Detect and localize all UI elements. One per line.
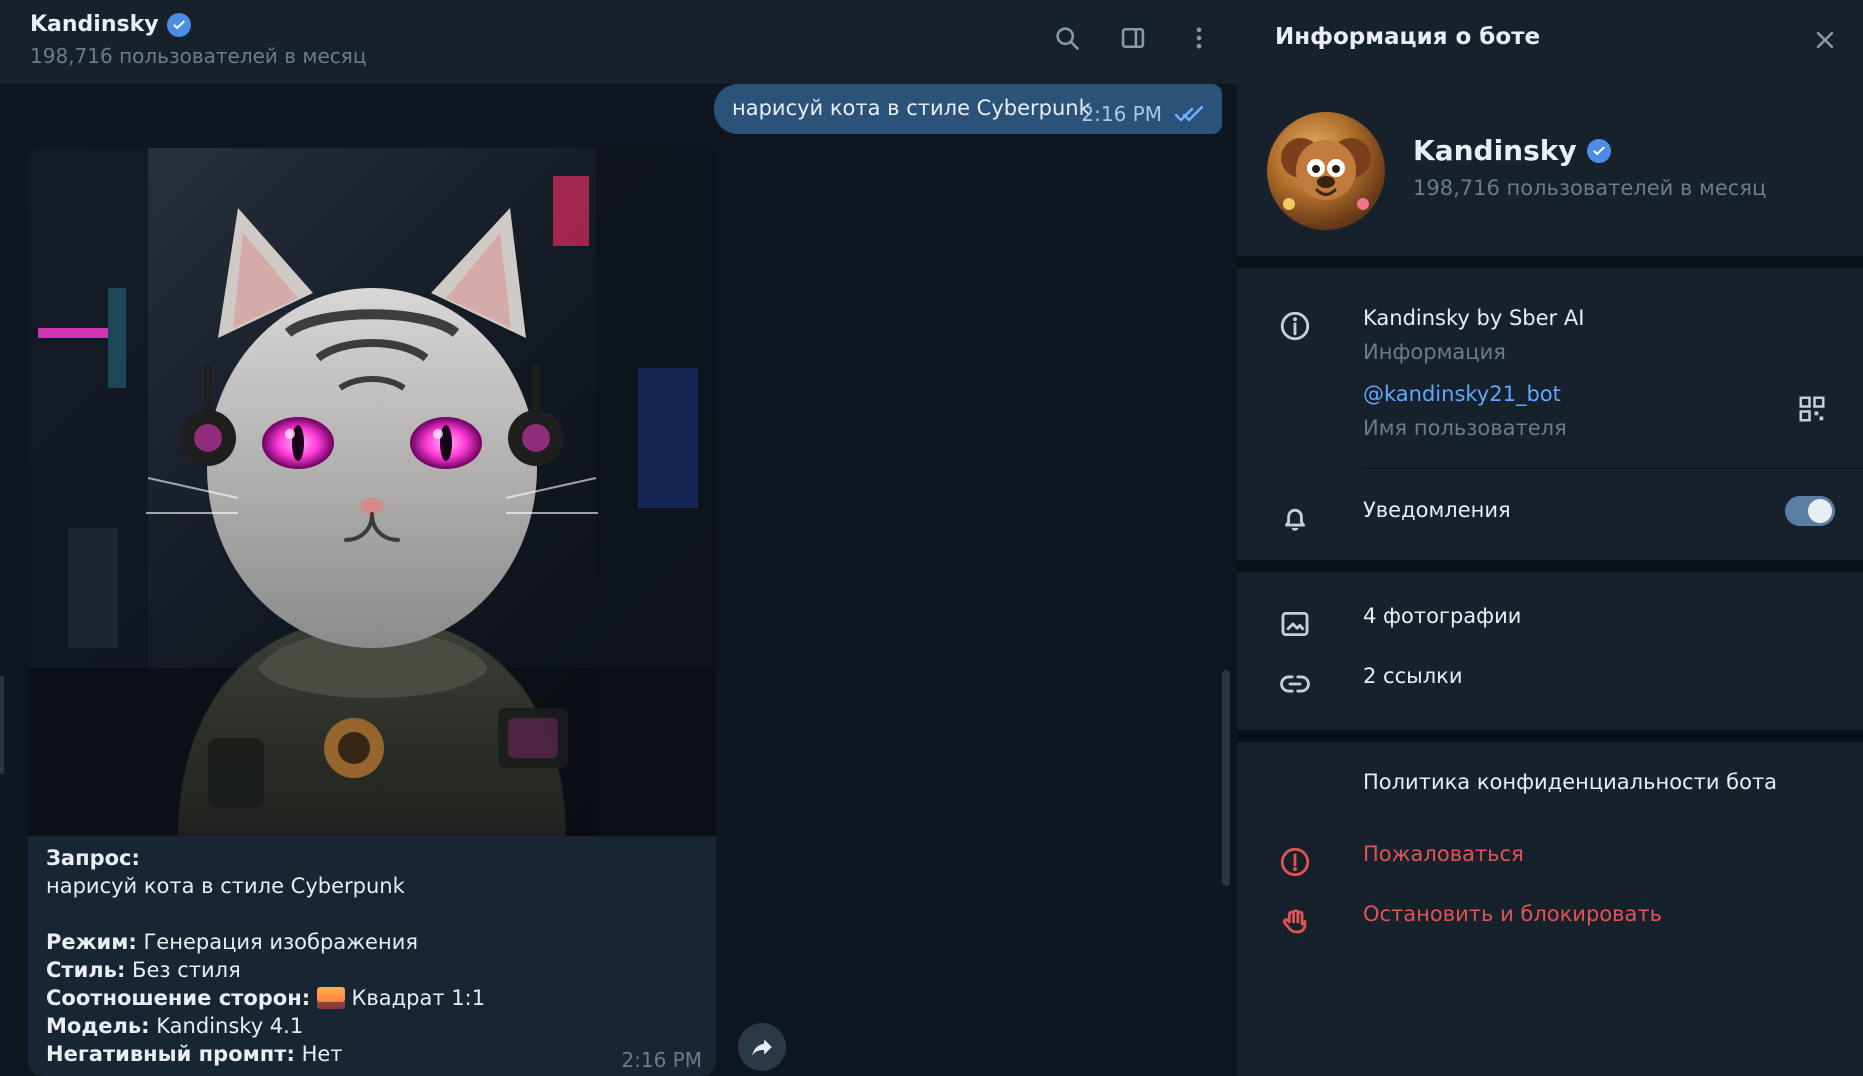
section-separator	[1237, 256, 1863, 268]
username-text[interactable]: @kandinsky21_bot	[1363, 382, 1561, 406]
header-actions	[1047, 18, 1219, 58]
search-button[interactable]	[1047, 18, 1087, 58]
avatar[interactable]	[1267, 112, 1385, 230]
alert-icon	[1275, 842, 1315, 882]
privacy-policy[interactable]: Политика конфиденциальности бота	[1363, 770, 1777, 794]
caption-ratio: Соотношение сторон: Квадрат 1:1	[46, 984, 698, 1012]
info-header: Информация о боте	[1237, 0, 1863, 82]
incoming-message-time: 2:16 PM	[621, 1048, 702, 1072]
outgoing-message[interactable]: нарисуй кота в стиле Cyberpunk 2:16 PM	[714, 84, 1222, 134]
checkmark-icon	[172, 20, 185, 29]
bell-icon	[1275, 498, 1315, 538]
chat-subtitle: 198,716 пользователей в месяц	[30, 44, 367, 68]
caption-model-value: Kandinsky 4.1	[156, 1014, 304, 1038]
search-icon	[1056, 27, 1079, 50]
about-text: Kandinsky by Sber AI	[1363, 306, 1585, 330]
double-check-icon	[1174, 105, 1204, 122]
profile-name: Kandinsky	[1413, 134, 1611, 167]
outgoing-message-text: нарисуй кота в стиле Cyberpunk	[732, 96, 1091, 120]
left-edge-indicator	[0, 676, 4, 774]
caption-mode-value: Генерация изображения	[143, 930, 419, 954]
verified-icon	[166, 12, 191, 37]
chat-header: Kandinsky 198,716 пользователей в месяц	[0, 0, 1237, 85]
username-label: Имя пользователя	[1363, 416, 1567, 440]
outgoing-message-meta: 2:16 PM	[1081, 102, 1204, 126]
generated-image[interactable]	[28, 148, 716, 838]
verified-icon	[1586, 138, 1611, 163]
caption-style-value: Без стиля	[132, 958, 241, 982]
report-button[interactable]: Пожаловаться	[1363, 842, 1524, 866]
chat-scrollbar[interactable]	[1222, 670, 1230, 886]
notifications-toggle[interactable]	[1785, 496, 1835, 526]
caption-ratio-label: Соотношение сторон:	[46, 986, 311, 1010]
forward-button[interactable]	[738, 1023, 786, 1071]
outgoing-message-time: 2:16 PM	[1081, 102, 1162, 126]
telegram-app: Kandinsky 198,716 пользователей в месяц	[0, 0, 1863, 1076]
chat-pane: Kandinsky 198,716 пользователей в месяц	[0, 0, 1237, 1076]
caption-gap	[46, 900, 698, 928]
avatar-illustration	[1281, 138, 1371, 210]
notifications-label: Уведомления	[1363, 498, 1511, 522]
caption-negative-prompt-value: Нет	[301, 1042, 343, 1066]
sunrise-emoji-icon	[316, 987, 345, 1009]
bot-profile: Kandinsky 198,716 пользователей в месяц	[1237, 100, 1863, 250]
caption-model: Модель: Kandinsky 4.1	[46, 1012, 698, 1040]
photos-count: 4 фотографии	[1363, 604, 1522, 628]
cyberpunk-cat-illustration	[28, 148, 716, 838]
divider	[1363, 468, 1863, 469]
link-icon	[1275, 664, 1315, 704]
caption-style-label: Стиль:	[46, 958, 126, 982]
section-separator	[1237, 730, 1863, 742]
about-label: Информация	[1363, 340, 1506, 364]
close-button[interactable]	[1805, 20, 1845, 60]
caption-mode: Режим: Генерация изображения	[46, 928, 698, 956]
caption-model-label: Модель:	[46, 1014, 150, 1038]
info-title: Информация о боте	[1275, 24, 1541, 50]
section-separator	[1237, 560, 1863, 572]
sidebar-toggle-icon	[1121, 27, 1145, 49]
image-icon	[1275, 604, 1315, 644]
caption-request-text: нарисуй кота в стиле Cyberpunk	[46, 874, 405, 898]
caption-negative-prompt: Негативный промпт: Нет	[46, 1040, 698, 1068]
forward-icon	[752, 1039, 772, 1056]
profile-name-text: Kandinsky	[1413, 134, 1577, 167]
hand-stop-icon	[1275, 902, 1315, 942]
chat-title[interactable]: Kandinsky	[30, 12, 191, 37]
sidebar-toggle-button[interactable]	[1113, 18, 1153, 58]
more-vertical-icon	[1196, 27, 1202, 49]
caption-request-label: Запрос:	[46, 846, 140, 870]
chat-title-text: Kandinsky	[30, 12, 159, 37]
caption-ratio-value: Квадрат 1:1	[351, 986, 486, 1010]
checkmark-icon	[1592, 146, 1605, 155]
bot-info-panel: Информация о боте Kandinsky 198,716 поль…	[1237, 0, 1863, 1076]
more-button[interactable]	[1179, 18, 1219, 58]
caption-mode-label: Режим:	[46, 930, 137, 954]
caption-negative-prompt-label: Негативный промпт:	[46, 1042, 295, 1066]
toggle-knob	[1808, 499, 1832, 523]
message-caption: Запрос: нарисуй кота в стиле Cyberpunk Р…	[46, 844, 698, 1068]
info-icon	[1275, 306, 1315, 346]
block-button[interactable]: Остановить и блокировать	[1363, 902, 1662, 926]
qr-code-icon[interactable]	[1797, 394, 1827, 424]
profile-subtitle: 198,716 пользователей в месяц	[1413, 176, 1767, 200]
links-count: 2 ссылки	[1363, 664, 1463, 688]
incoming-message[interactable]: Запрос: нарисуй кота в стиле Cyberpunk Р…	[28, 148, 716, 1076]
close-icon	[1816, 31, 1834, 49]
caption-style: Стиль: Без стиля	[46, 956, 698, 984]
